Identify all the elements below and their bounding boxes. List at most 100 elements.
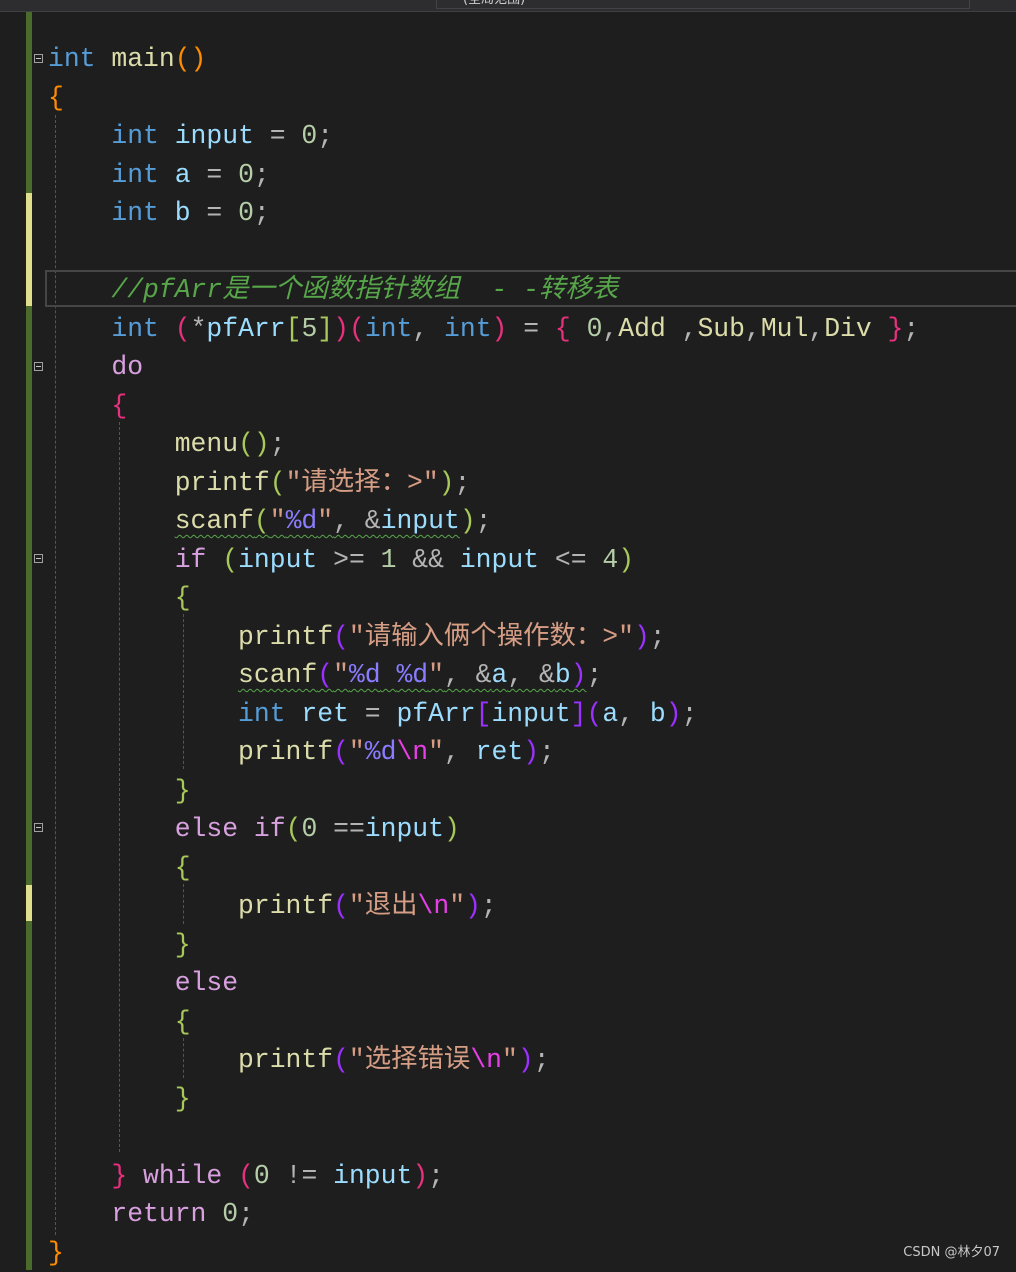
code-token: ; xyxy=(650,622,666,652)
code-token: pfArr xyxy=(396,699,475,729)
code-token: 4 xyxy=(602,545,618,575)
code-line[interactable]: printf("请输入俩个操作数：>"); xyxy=(48,618,919,657)
code-line[interactable]: { xyxy=(48,579,919,618)
code-line[interactable]: { xyxy=(48,1003,919,1042)
fold-toggle-icon[interactable] xyxy=(34,54,43,63)
code-token: int xyxy=(238,699,286,729)
code-token: pfArr xyxy=(206,314,285,344)
code-token: ( xyxy=(238,1161,254,1191)
code-token: ; xyxy=(476,506,492,536)
code-token xyxy=(96,44,112,74)
code-token: ; xyxy=(534,1045,550,1075)
code-token: { xyxy=(175,1007,191,1037)
code-token: <= xyxy=(539,545,602,575)
code-token: input xyxy=(491,699,570,729)
code-line[interactable]: scanf("%d %d", &a, &b); xyxy=(48,656,919,695)
code-line[interactable]: printf("选择错误\n"); xyxy=(48,1041,919,1080)
code-token: , & xyxy=(333,506,381,536)
code-token: ) xyxy=(333,314,349,344)
code-editor[interactable]: int main(){ int input = 0; int a = 0; in… xyxy=(48,40,919,1272)
code-token: ] xyxy=(571,699,587,729)
code-token: >= xyxy=(317,545,380,575)
code-token: } xyxy=(48,1238,64,1268)
code-token: } xyxy=(888,314,904,344)
code-token: while xyxy=(143,1161,222,1191)
code-token: b xyxy=(650,699,666,729)
code-line[interactable]: int (*pfArr[5])(int, int) = { 0,Add ,Sub… xyxy=(48,310,919,349)
code-token: ) xyxy=(523,737,539,767)
code-token: } xyxy=(175,776,191,806)
code-line[interactable]: printf("请选择：>"); xyxy=(48,464,919,503)
code-line[interactable]: //pfArr是一个函数指针数组 - -转移表 xyxy=(48,271,919,310)
code-token: Div xyxy=(824,314,872,344)
code-line[interactable]: else xyxy=(48,964,919,1003)
code-line[interactable]: { xyxy=(48,849,919,888)
code-line[interactable]: int input = 0; xyxy=(48,117,919,156)
code-line[interactable]: int b = 0; xyxy=(48,194,919,233)
code-token: ; xyxy=(481,891,497,921)
code-line[interactable]: int a = 0; xyxy=(48,156,919,195)
code-token: "请选择：>" xyxy=(286,468,439,498)
code-token: int xyxy=(48,44,96,74)
code-token xyxy=(571,314,587,344)
code-token: %d xyxy=(349,660,381,690)
code-line[interactable]: printf("退出\n"); xyxy=(48,887,919,926)
fold-toggle-icon[interactable] xyxy=(34,362,43,371)
code-token: } xyxy=(175,1084,191,1114)
code-token: , & xyxy=(507,660,555,690)
code-token: ; xyxy=(254,198,270,228)
code-token: ret xyxy=(301,699,349,729)
code-line[interactable]: { xyxy=(48,387,919,426)
code-token: \n xyxy=(470,1045,502,1075)
code-token: " xyxy=(349,737,365,767)
code-token: , xyxy=(412,314,444,344)
code-line[interactable]: int main() xyxy=(48,40,919,79)
code-token: ( xyxy=(333,1045,349,1075)
unsaved-change-marker xyxy=(26,193,32,306)
code-token xyxy=(222,1161,238,1191)
code-token: 1 xyxy=(381,545,397,575)
code-line[interactable]: } xyxy=(48,1080,919,1119)
code-token: scanf xyxy=(238,660,317,690)
code-token xyxy=(159,121,175,151)
code-token: 0 xyxy=(238,160,254,190)
code-line[interactable] xyxy=(48,233,919,272)
code-token: " xyxy=(333,660,349,690)
code-token: int xyxy=(444,314,492,344)
code-token: = xyxy=(254,121,302,151)
code-token xyxy=(127,1161,143,1191)
warning-squiggle: scanf("%d", &input xyxy=(175,506,460,536)
code-token xyxy=(206,545,222,575)
code-line[interactable]: } xyxy=(48,1234,919,1272)
code-line[interactable]: } xyxy=(48,926,919,965)
code-token: else xyxy=(175,968,238,998)
code-token: int xyxy=(111,160,159,190)
code-line[interactable]: } while (0 != input); xyxy=(48,1157,919,1196)
code-line[interactable]: int ret = pfArr[input](a, b); xyxy=(48,695,919,734)
code-line[interactable]: printf("%d\n", ret); xyxy=(48,733,919,772)
code-token: ) xyxy=(666,699,682,729)
code-token: \n xyxy=(418,891,450,921)
code-token: input xyxy=(238,545,317,575)
code-line[interactable]: { xyxy=(48,79,919,118)
code-line[interactable]: scanf("%d", &input); xyxy=(48,502,919,541)
scope-dropdown[interactable]: (全局范围) xyxy=(436,0,970,9)
code-line[interactable]: } xyxy=(48,772,919,811)
code-token xyxy=(872,314,888,344)
fold-toggle-icon[interactable] xyxy=(34,554,43,563)
code-line[interactable]: else if(0 ==input) xyxy=(48,810,919,849)
code-token: ; xyxy=(539,737,555,767)
code-token: b xyxy=(175,198,191,228)
code-line[interactable]: if (input >= 1 && input <= 4) xyxy=(48,541,919,580)
code-line[interactable]: do xyxy=(48,348,919,387)
code-token: ( xyxy=(286,814,302,844)
code-line[interactable]: return 0; xyxy=(48,1195,919,1234)
code-token: %d xyxy=(365,737,397,767)
code-line[interactable]: menu(); xyxy=(48,425,919,464)
code-token: int xyxy=(365,314,413,344)
code-token: b xyxy=(555,660,571,690)
code-token: ; xyxy=(317,121,333,151)
code-token: ( xyxy=(333,737,349,767)
fold-toggle-icon[interactable] xyxy=(34,823,43,832)
code-line[interactable] xyxy=(48,1118,919,1157)
